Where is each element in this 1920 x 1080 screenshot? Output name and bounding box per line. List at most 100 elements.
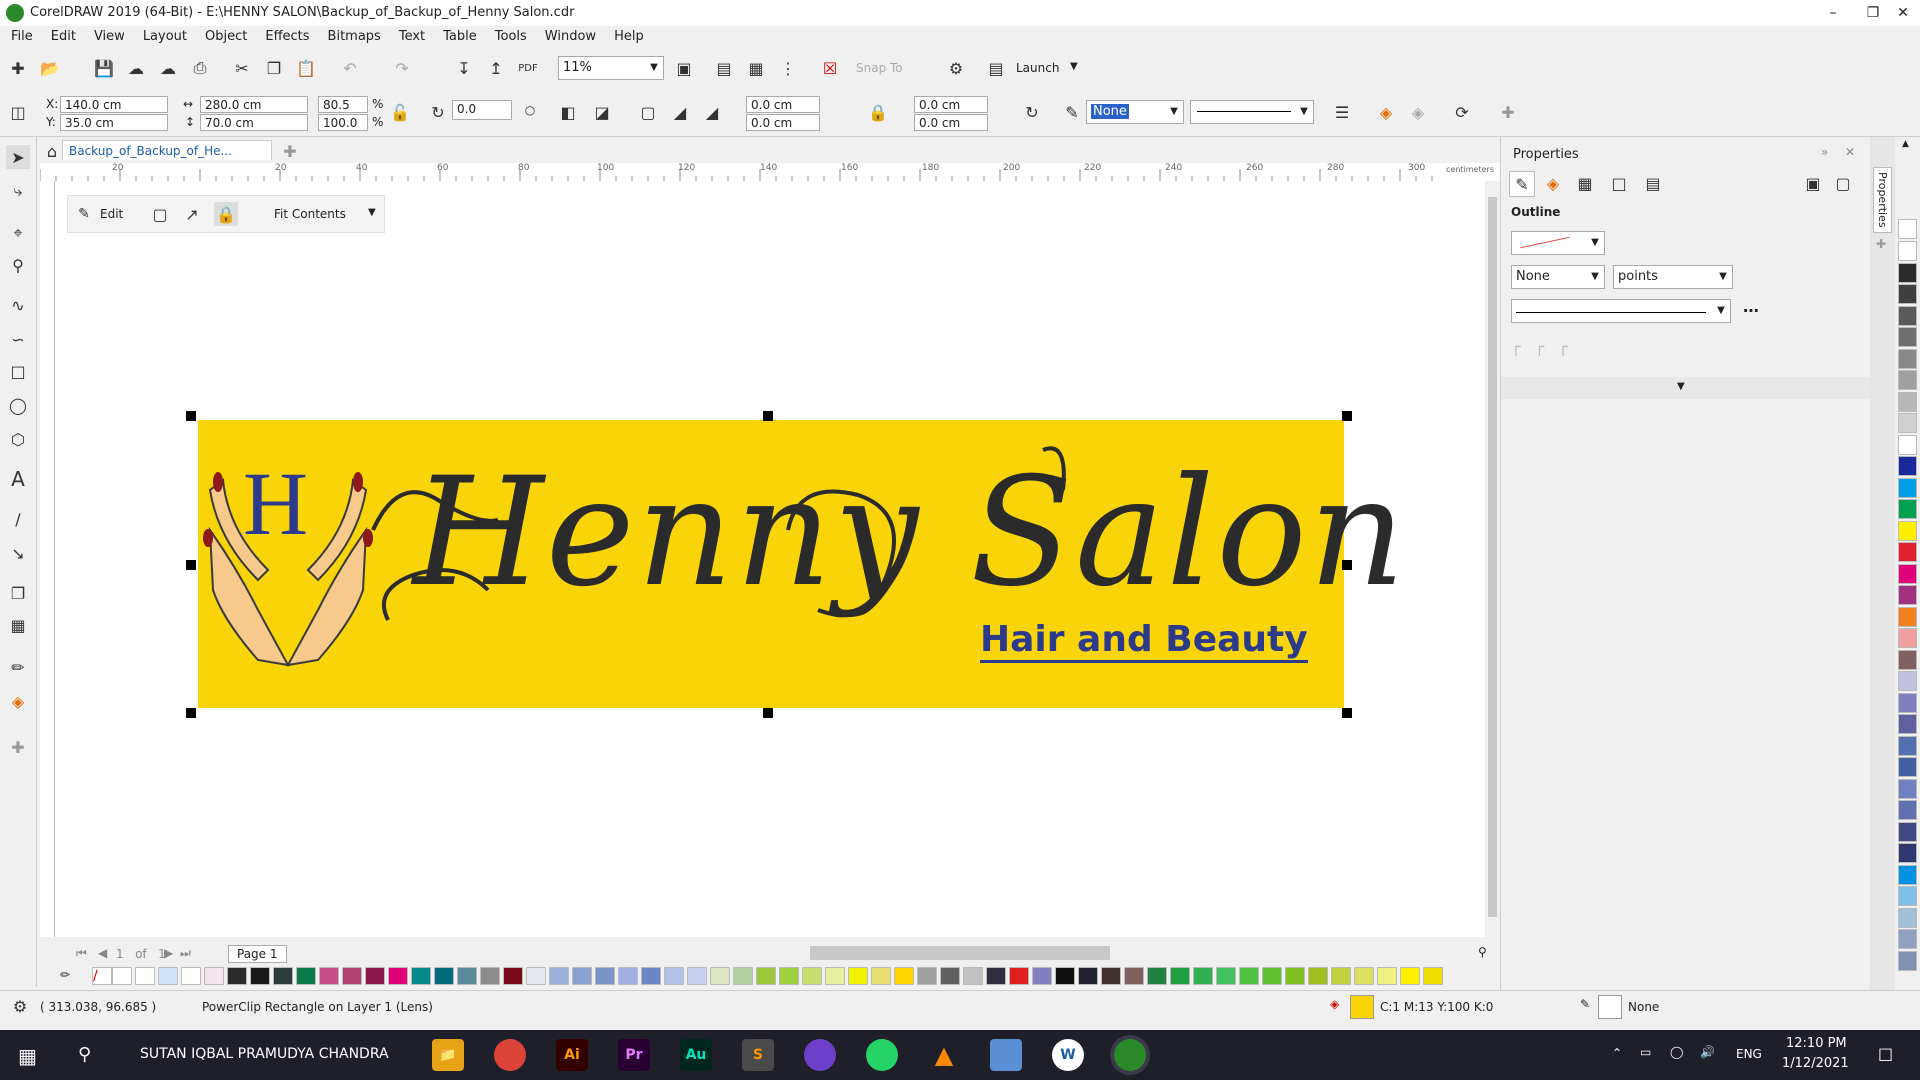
color-swatch[interactable] (1898, 434, 1917, 455)
vertical-ruler[interactable] (40, 181, 55, 937)
color-swatch[interactable] (342, 967, 362, 985)
outline-units-select[interactable]: points ▼ (1613, 265, 1733, 289)
color-swatch[interactable] (1898, 413, 1917, 433)
color-swatch[interactable] (802, 967, 822, 985)
chevron-down-icon[interactable]: ▼ (1070, 61, 1078, 72)
color-swatch[interactable] (1009, 967, 1029, 985)
color-swatch[interactable] (710, 967, 730, 985)
new-document-icon[interactable]: ✚ (6, 56, 30, 80)
color-swatch[interactable] (1898, 563, 1917, 584)
menu-window[interactable]: Window (536, 26, 605, 47)
rectangle-tool-icon[interactable]: □ (6, 359, 30, 383)
virtualbox-icon[interactable] (990, 1039, 1022, 1071)
color-swatch[interactable] (1193, 967, 1213, 985)
vertical-scroll-thumb[interactable] (1488, 197, 1497, 917)
color-swatch[interactable] (1898, 864, 1917, 885)
zoom-level-select[interactable]: 11% ▼ (558, 56, 664, 80)
no-color-swatch[interactable] (1898, 219, 1917, 239)
color-swatch[interactable] (572, 967, 592, 985)
color-swatch[interactable] (1898, 241, 1917, 261)
rotation-center-icon[interactable]: ○ (518, 98, 542, 122)
color-swatch[interactable] (1147, 967, 1167, 985)
color-swatch[interactable] (273, 967, 293, 985)
text-tool-icon[interactable]: A (6, 467, 30, 491)
prev-page-icon[interactable]: ◀ (98, 946, 107, 960)
outline-tab-icon[interactable]: ✎ (1509, 171, 1535, 197)
docker-collapse-icon[interactable]: ▼ (1677, 381, 1685, 392)
color-swatch[interactable] (871, 967, 891, 985)
last-page-icon[interactable]: ⏭ (180, 946, 191, 961)
color-swatch[interactable] (1898, 477, 1917, 498)
corner-top-right-field[interactable]: 0.0 cm (914, 96, 988, 113)
powerclip-edit-button[interactable]: Edit (100, 207, 123, 221)
lock-ratio-icon[interactable]: 🔓 (388, 100, 412, 124)
color-swatch[interactable] (1898, 456, 1917, 476)
audition-icon[interactable]: Au (680, 1039, 712, 1071)
windows-start-icon[interactable]: ▦ (18, 1044, 37, 1068)
color-swatch[interactable] (1898, 284, 1917, 304)
color-swatch[interactable] (595, 967, 615, 985)
properties-docker-tab[interactable]: Properties (1873, 167, 1892, 233)
print-icon[interactable]: ⎙ (188, 56, 212, 80)
first-page-icon[interactable]: ⏮ (76, 946, 87, 961)
bitmap-tab-icon[interactable]: ▤ (1641, 171, 1665, 195)
github-icon[interactable] (804, 1039, 836, 1071)
color-swatch[interactable] (158, 967, 178, 985)
premiere-icon[interactable]: Pr (618, 1039, 650, 1071)
select-contents-icon[interactable]: ▢ (148, 202, 172, 226)
save-icon[interactable]: 💾 (92, 56, 116, 80)
shape-tool-icon[interactable]: ⤷ (6, 179, 30, 203)
color-swatch[interactable] (227, 967, 247, 985)
vlc-icon[interactable]: ▲ (928, 1039, 960, 1071)
page-tab[interactable]: Page 1 (228, 945, 287, 963)
color-swatch[interactable] (1898, 542, 1917, 562)
grid-icon[interactable]: ▦ (744, 56, 768, 80)
next-page-icon[interactable]: ▶ (164, 946, 173, 960)
to-back-icon[interactable]: ◈ (1406, 100, 1430, 124)
color-swatch[interactable] (664, 967, 684, 985)
banner-artwork[interactable]: H Henny Salon Hair and Beauty (198, 420, 1405, 708)
full-screen-icon[interactable]: ▣ (672, 56, 696, 80)
selection-handle-tl[interactable] (186, 411, 196, 421)
vertical-scrollbar[interactable] (1485, 181, 1500, 937)
app-icon[interactable]: W (1052, 1039, 1084, 1071)
color-swatch[interactable] (1308, 967, 1328, 985)
color-swatch[interactable] (1377, 967, 1397, 985)
menu-file[interactable]: File (2, 26, 42, 47)
fit-contents-dropdown[interactable]: Fit Contents (274, 207, 346, 221)
color-swatch[interactable] (1898, 929, 1917, 949)
color-swatch[interactable] (1898, 800, 1917, 820)
color-swatch[interactable] (825, 967, 845, 985)
interactive-fill-tool-icon[interactable]: ◈ (6, 689, 30, 713)
whatsapp-icon[interactable] (866, 1039, 898, 1071)
color-swatch[interactable] (1898, 671, 1917, 691)
color-swatch[interactable] (641, 967, 661, 985)
battery-icon[interactable]: ▭ (1640, 1045, 1651, 1059)
color-swatch[interactable] (894, 967, 914, 985)
selection-handle-tr[interactable] (1342, 411, 1352, 421)
color-swatch[interactable] (250, 967, 270, 985)
network-icon[interactable]: ◯ (1670, 1045, 1683, 1059)
color-swatch[interactable] (1285, 967, 1305, 985)
polygon-tool-icon[interactable]: ⬡ (6, 427, 30, 451)
eyedropper-tool-icon[interactable]: ✏ (6, 655, 30, 679)
language-indicator[interactable]: ENG (1736, 1047, 1762, 1061)
color-swatch[interactable] (618, 967, 638, 985)
guidelines-icon[interactable]: ⋮ (776, 56, 800, 80)
color-swatch[interactable] (1898, 585, 1917, 605)
redo-icon[interactable]: ↷ (390, 56, 414, 80)
horizontal-ruler[interactable]: 20 20 40 60 80 100 120 140 160 180 200 2… (40, 163, 1500, 182)
color-swatch[interactable] (1898, 735, 1917, 756)
color-swatch[interactable] (1331, 967, 1351, 985)
x-position-field[interactable]: 140.0 cm (60, 96, 168, 113)
rulers-icon[interactable]: ▤ (712, 56, 736, 80)
file-explorer-icon[interactable]: 📁 (432, 1039, 464, 1071)
volume-icon[interactable]: 🔊 (1700, 1045, 1715, 1059)
color-swatch[interactable] (1898, 649, 1917, 670)
outline-color-select[interactable]: ▼ (1511, 231, 1605, 255)
color-swatch[interactable] (1898, 714, 1917, 734)
publish-pdf-icon[interactable]: PDF (516, 56, 540, 80)
color-swatch[interactable] (319, 967, 339, 985)
outline-width-select[interactable]: None ▼ (1086, 100, 1184, 124)
export-icon[interactable]: ↥ (484, 56, 508, 80)
